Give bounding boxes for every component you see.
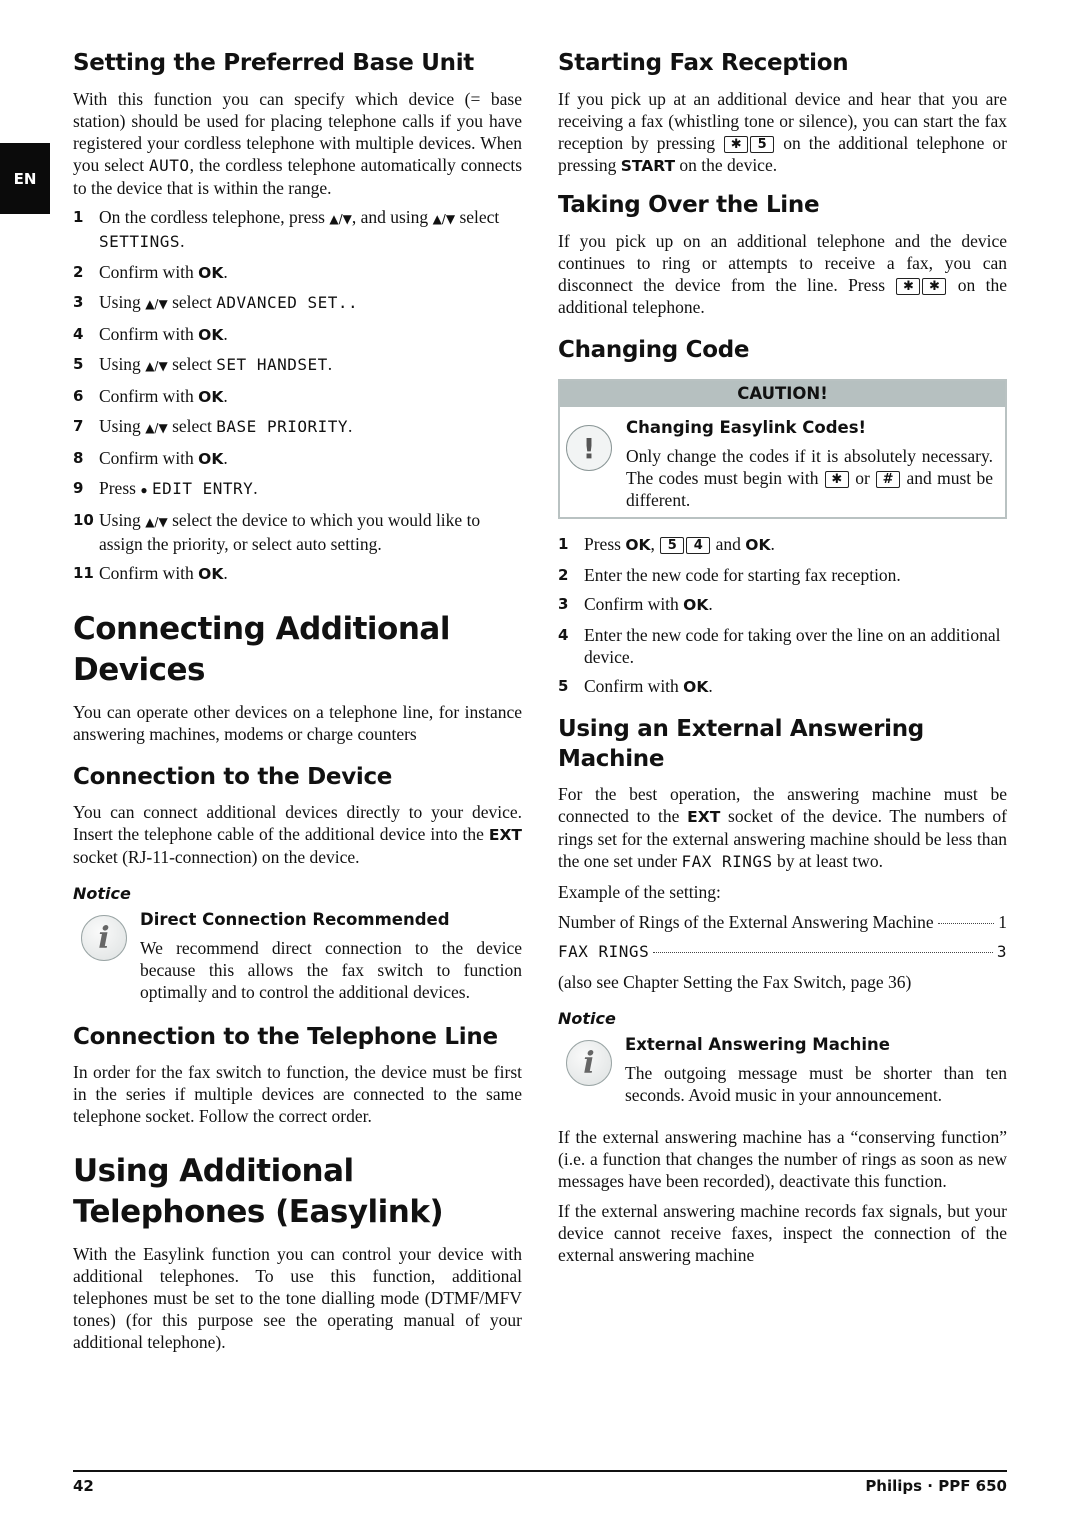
step: 3 Confirm with OK. — [558, 594, 713, 614]
step: 2 Confirm with OK. — [73, 261, 228, 282]
step: 9 Press ● EDIT ENTRY. — [73, 478, 258, 498]
steps-preferred-base: 1 On the cordless telephone, press ▲/▼, a… — [73, 206, 522, 585]
hash-key-icon: # — [876, 471, 901, 488]
heading-taking-over: Taking Over the Line — [558, 192, 820, 218]
up-down-arrows-icon: ▲/▼ — [329, 212, 352, 226]
heading-easylink: Using Additional Telephones (Easylink) — [73, 1153, 444, 1230]
five-key-icon: 5 — [750, 136, 775, 153]
step: 8 Confirm with OK. — [73, 447, 228, 468]
notice-text: The outgoing message must be shorter tha… — [625, 1063, 1007, 1105]
lcd-text: SET HANDSET — [216, 355, 328, 374]
paragraph-easylink: With the Easylink function you can contr… — [73, 1244, 522, 1352]
page-number: 42 — [73, 1477, 94, 1495]
bullet-key-icon: ● — [140, 483, 148, 497]
step: 3 Using ▲/▼ select ADVANCED SET.. — [73, 292, 359, 312]
lcd-text: FAX RINGS — [681, 852, 773, 871]
step: 10 Using ▲/▼ select the device to which y… — [73, 509, 481, 554]
notice-box: i Direct Connection Recommended We recom… — [73, 909, 522, 1003]
notice-title: Direct Connection Recommended — [140, 910, 450, 929]
notice-title: External Answering Machine — [625, 1035, 890, 1054]
info-icon: i — [566, 1040, 612, 1086]
setting-row: Number of Rings of the External Answerin… — [558, 912, 1007, 932]
paragraph-connection-device: You can connect additional devices direc… — [73, 802, 522, 867]
step: 5 Using ▲/▼ select SET HANDSET. — [73, 354, 333, 374]
lcd-text: EDIT ENTRY — [151, 479, 254, 498]
paragraph-connection-line: In order for the fax switch to function,… — [73, 1062, 522, 1126]
heading-connecting-devices: Connecting Additional Devices — [73, 611, 450, 688]
paragraph-fax-reception: If you pick up at an additional device a… — [558, 89, 1007, 175]
see-also: (also see Chapter Setting the Fax Switch… — [558, 972, 912, 992]
lcd-text: ADVANCED SET.. — [216, 293, 359, 312]
notice-label: Notice — [558, 1009, 616, 1028]
four-key-icon: 4 — [686, 537, 711, 554]
product-name: Philips · PPF 650 — [865, 1477, 1007, 1495]
step: 6 Confirm with OK. — [73, 385, 228, 406]
lcd-text: BASE PRIORITY — [216, 417, 349, 436]
step: 1 Press OK, 54 and OK. — [558, 534, 775, 554]
caution-title: Changing Easylink Codes! — [626, 418, 867, 437]
heading-changing-code: Changing Code — [558, 337, 750, 363]
left-column: Setting the Preferred Base Unit With thi… — [73, 48, 522, 1353]
five-key-icon: 5 — [660, 537, 685, 554]
heading-connection-device: Connection to the Device — [73, 764, 393, 790]
up-down-arrows-icon: ▲/▼ — [145, 359, 168, 373]
star-key-icon: ✱ — [896, 278, 921, 295]
paragraph-fax-signals: If the external answering machine record… — [558, 1201, 1007, 1265]
paragraph-preferred-base: With this function you can specify which… — [73, 89, 522, 198]
step: 4 Confirm with OK. — [73, 323, 228, 344]
heading-connection-line: Connection to the Telephone Line — [73, 1024, 498, 1050]
notice-text: We recommend direct connection to the de… — [140, 938, 522, 1002]
paragraph-answering-machine: For the best operation, the answering ma… — [558, 784, 1007, 871]
up-down-arrows-icon: ▲/▼ — [145, 421, 168, 435]
lcd-text: SETTINGS — [99, 232, 181, 251]
footer-divider — [73, 1470, 1007, 1472]
caution-box: CAUTION! ! Changing Easylink Codes! Only… — [558, 379, 1007, 519]
step: 4 Enter the new code for taking over the … — [558, 624, 1001, 667]
language-tab: EN — [0, 143, 50, 214]
example-label: Example of the setting: — [558, 882, 721, 902]
paragraph-conserving: If the external answering machine has a … — [558, 1127, 1007, 1191]
warning-icon: ! — [566, 425, 612, 471]
star-key-icon: ✱ — [922, 278, 947, 295]
step: 2 Enter the new code for starting fax rec… — [558, 564, 901, 585]
step: 7 Using ▲/▼ select BASE PRIORITY. — [73, 416, 353, 436]
info-icon: i — [81, 915, 127, 961]
star-key-icon: ✱ — [824, 471, 849, 488]
paragraph-connecting-devices: You can operate other devices on a telep… — [73, 702, 522, 744]
caution-text: Only change the codes if it is absolutel… — [626, 446, 993, 510]
star-key-icon: ✱ — [724, 136, 749, 153]
step: 1 On the cordless telephone, press ▲/▼, a… — [73, 207, 500, 251]
up-down-arrows-icon: ▲/▼ — [432, 212, 456, 226]
heading-answering-machine: Using an External Answering Machine — [558, 716, 924, 772]
caution-label: CAUTION! — [560, 381, 1005, 407]
steps-changing-code: 1 Press OK, 54 and OK. 2 Enter the new cod… — [558, 533, 1007, 698]
up-down-arrows-icon: ▲/▼ — [145, 297, 168, 311]
notice-box: i External Answering Machine The outgoin… — [558, 1034, 1007, 1106]
step: 5 Confirm with OK. — [558, 676, 713, 696]
heading-preferred-base: Setting the Preferred Base Unit — [73, 50, 474, 76]
heading-fax-reception: Starting Fax Reception — [558, 50, 849, 76]
paragraph-taking-over: If you pick up on an additional telephon… — [558, 231, 1007, 317]
setting-row: FAX RINGS 3 — [558, 942, 1007, 961]
up-down-arrows-icon: ▲/▼ — [145, 514, 168, 529]
step: 11 Confirm with OK. — [73, 563, 228, 583]
language-label: EN — [13, 169, 37, 188]
notice-label: Notice — [73, 884, 131, 903]
right-column: Starting Fax Reception If you pick up at… — [558, 48, 1007, 1266]
lcd-text: AUTO — [149, 156, 190, 175]
